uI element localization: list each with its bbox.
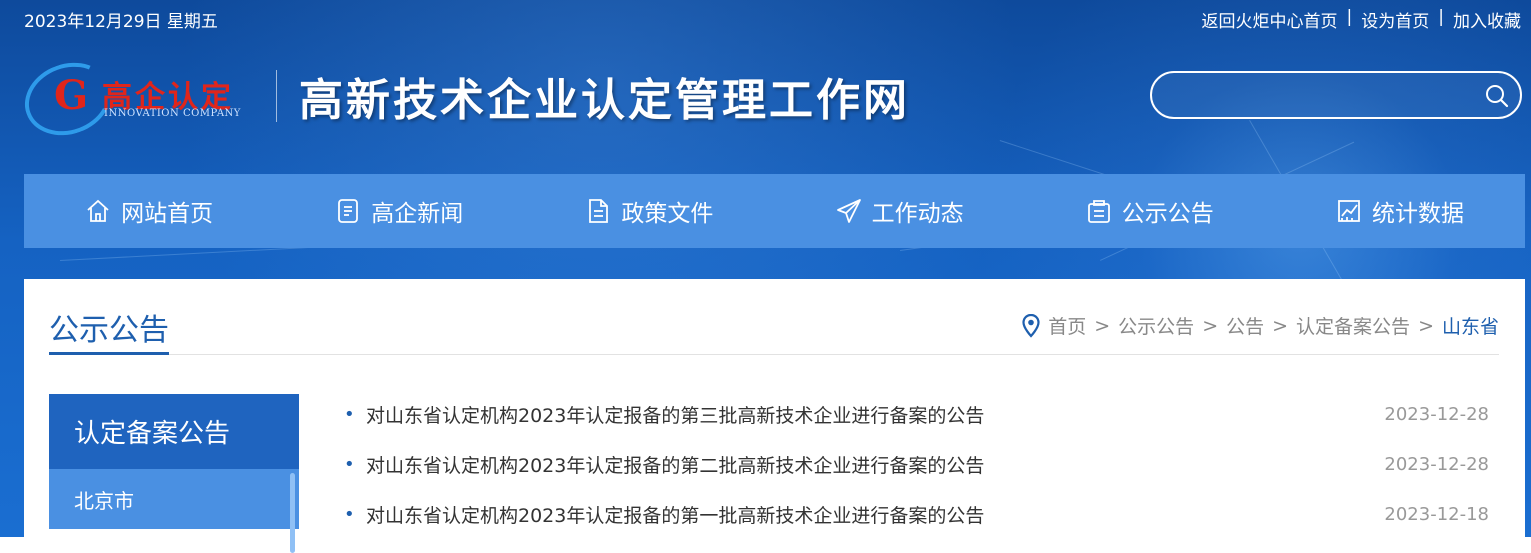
item-date: 2023-12-18 [1384, 503, 1489, 525]
nav-label: 网站首页 [121, 201, 214, 227]
bullet: • [344, 503, 355, 525]
sidebar: 认定备案公告 北京市 [49, 394, 299, 553]
breadcrumb-separator: > [1094, 314, 1111, 337]
content-panel: 公示公告 首页 > 公示公告 > 公告 > 认定备案公告 > 山东省 认定备案公… [24, 279, 1525, 553]
list-item[interactable]: • 对山东省认定机构2023年认定报备的第一批高新技术企业进行备案的公告 202… [344, 489, 1489, 539]
bullet: • [344, 453, 355, 475]
item-date: 2023-12-28 [1384, 403, 1489, 425]
announcement-list: • 对山东省认定机构2023年认定报备的第三批高新技术企业进行备案的公告 202… [344, 389, 1489, 539]
link-add-favorite[interactable]: 加入收藏 [1453, 7, 1521, 32]
search-icon[interactable] [1484, 83, 1510, 109]
link-set-homepage[interactable]: 设为首页 [1361, 7, 1429, 32]
news-icon [338, 199, 359, 223]
top-links: 返回火炬中心首页 | 设为首页 | 加入收藏 [1202, 7, 1521, 32]
main-nav: 网站首页 高企新闻 政策文件 工作动态 公示公告 统计数据 [24, 174, 1525, 248]
sidebar-item-label: 北京市 [74, 488, 134, 513]
site-title: 高新技术企业认定管理工作网 [299, 75, 910, 126]
document-icon [589, 199, 609, 223]
nav-label: 公示公告 [1121, 201, 1214, 227]
breadcrumb: 首页 > 公示公告 > 公告 > 认定备案公告 > 山东省 [1022, 312, 1499, 339]
item-title[interactable]: 对山东省认定机构2023年认定报备的第二批高新技术企业进行备案的公告 [366, 451, 1384, 478]
title-underline [49, 352, 169, 355]
title-divider [49, 354, 1499, 355]
breadcrumb-current[interactable]: 山东省 [1442, 312, 1499, 339]
page-title: 公示公告 [49, 313, 169, 348]
search-box [1150, 71, 1522, 119]
nav-item-policy[interactable]: 政策文件 [524, 174, 774, 248]
breadcrumb-notice[interactable]: 公告 [1226, 312, 1264, 339]
link-torch-center-home[interactable]: 返回火炬中心首页 [1202, 7, 1338, 32]
nav-label: 统计数据 [1371, 201, 1464, 227]
nav-item-news[interactable]: 高企新闻 [274, 174, 524, 248]
paper-plane-icon [836, 199, 861, 223]
current-date: 2023年12月29日 星期五 [24, 12, 218, 32]
location-pin-icon [1022, 313, 1040, 338]
nav-item-statistics[interactable]: 统计数据 [1275, 174, 1525, 248]
breadcrumb-announcements[interactable]: 公示公告 [1118, 312, 1194, 339]
nav-item-home[interactable]: 网站首页 [24, 174, 274, 248]
item-title[interactable]: 对山东省认定机构2023年认定报备的第一批高新技术企业进行备案的公告 [366, 501, 1384, 528]
list-item[interactable]: • 对山东省认定机构2023年认定报备的第三批高新技术企业进行备案的公告 202… [344, 389, 1489, 439]
announcement-icon [1087, 200, 1110, 223]
breadcrumb-separator: > [1418, 314, 1434, 337]
site-logo[interactable]: G 高企认定 INNOVATION COMPANY [14, 51, 256, 147]
breadcrumb-filing-notice[interactable]: 认定备案公告 [1296, 312, 1410, 339]
link-separator: | [1346, 7, 1353, 27]
nav-label: 政策文件 [621, 201, 714, 227]
logo-mark: G [54, 72, 89, 119]
sidebar-scrollbar[interactable] [290, 473, 295, 553]
search-input[interactable] [1174, 81, 1478, 111]
home-icon [87, 199, 109, 222]
item-title[interactable]: 对山东省认定机构2023年认定报备的第三批高新技术企业进行备案的公告 [366, 401, 1384, 428]
list-item[interactable]: • 对山东省认定机构2023年认定报备的第二批高新技术企业进行备案的公告 202… [344, 439, 1489, 489]
nav-label: 工作动态 [871, 201, 964, 227]
top-bar: 2023年12月29日 星期五 返回火炬中心首页 | 设为首页 | 加入收藏 [0, 0, 1531, 36]
sidebar-title: 认定备案公告 [49, 394, 299, 469]
link-separator: | [1438, 7, 1444, 27]
logo-name-en: INNOVATION COMPANY [104, 108, 241, 119]
nav-label: 高企新闻 [371, 201, 464, 227]
breadcrumb-separator: > [1272, 314, 1289, 337]
item-date: 2023-12-28 [1384, 453, 1489, 475]
sidebar-item-beijing[interactable]: 北京市 [49, 469, 299, 553]
chart-icon [1338, 200, 1360, 222]
nav-item-announcements[interactable]: 公示公告 [1025, 174, 1275, 248]
nav-item-work-updates[interactable]: 工作动态 [775, 174, 1025, 248]
breadcrumb-home[interactable]: 首页 [1048, 312, 1086, 339]
bullet: • [344, 403, 355, 425]
logo-divider [276, 70, 277, 122]
breadcrumb-separator: > [1202, 314, 1219, 337]
